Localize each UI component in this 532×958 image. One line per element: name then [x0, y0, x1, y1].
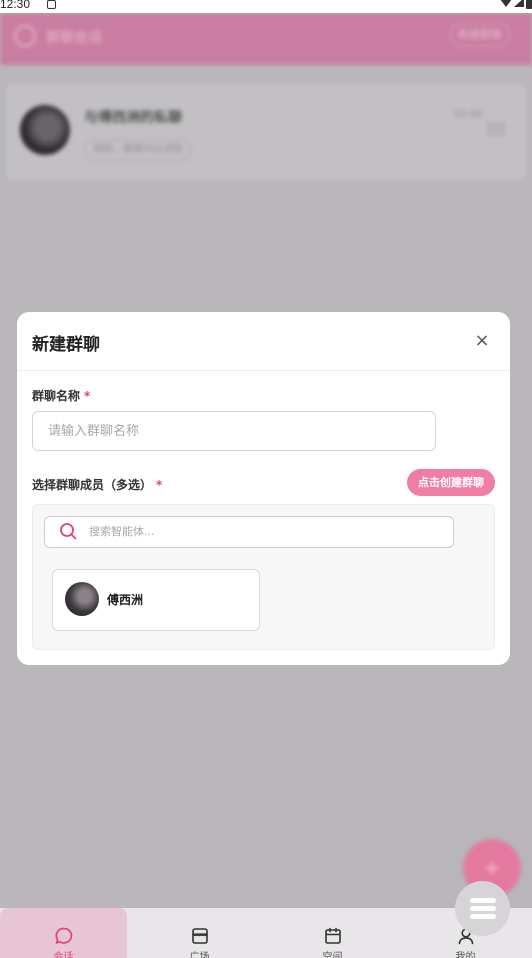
member-item[interactable]: 傅西洲	[52, 569, 260, 631]
header-logo-icon	[14, 25, 36, 47]
header-new-group-button: 新建群聊	[450, 23, 510, 47]
member-name: 傅西洲	[107, 593, 144, 607]
nav-item-space[interactable]: 空间	[266, 908, 399, 958]
bottom-nav: 会话 广场 空间 我的	[0, 908, 532, 958]
conversation-card: 与傅西洲的私聊 12:30 你好，很高兴认识你	[6, 85, 526, 179]
notification-icon	[47, 0, 56, 9]
header-title: 群聊会话	[46, 30, 102, 46]
conversation-name: 与傅西洲的私聊	[84, 110, 182, 126]
chat-bubble-icon	[55, 927, 72, 944]
signal-icon	[514, 0, 524, 7]
nav-label-me: 我的	[455, 952, 476, 958]
app-header: 群聊会话 新建群聊	[0, 13, 532, 65]
member-avatar	[65, 582, 99, 616]
group-name-input[interactable]	[32, 411, 436, 451]
conversation-avatar	[20, 105, 70, 155]
close-icon[interactable]: ×	[470, 330, 494, 354]
conversation-time: 12:30	[453, 109, 482, 120]
agent-search-input[interactable]	[89, 517, 439, 546]
new-group-dialog: 新建群聊 × 群聊名称* 选择群聊成员（多选）* 点击创建群聊 傅西洲	[17, 312, 510, 665]
agent-search-box[interactable]	[44, 516, 454, 548]
nav-item-chat[interactable]: 会话	[0, 908, 127, 958]
conversation-badge	[486, 121, 506, 137]
search-icon	[60, 523, 77, 540]
members-label-text: 选择群聊成员（多选）	[32, 478, 153, 492]
calendar-icon	[324, 927, 341, 944]
dialog-title: 新建群聊	[32, 335, 100, 355]
create-group-button[interactable]: 点击创建群聊	[407, 469, 495, 496]
menu-bar-icon	[469, 906, 496, 911]
required-mark: *	[156, 478, 163, 492]
menu-float-button[interactable]	[455, 881, 510, 936]
conversation-last-message: 你好，很高兴认识你	[84, 139, 192, 161]
nav-label-square: 广场	[189, 952, 210, 958]
status-bar: 12:30	[0, 0, 532, 13]
nav-label-space: 空间	[322, 952, 343, 958]
members-label: 选择群聊成员（多选） *	[32, 476, 162, 493]
status-icons	[500, 0, 532, 9]
member-selection-panel: 傅西洲	[32, 504, 495, 650]
nav-item-square[interactable]: 广场	[133, 908, 266, 958]
wifi-icon	[500, 0, 512, 7]
battery-icon	[526, 0, 532, 9]
nav-label-chat: 会话	[53, 952, 74, 958]
status-time: 12:30	[0, 0, 31, 11]
group-name-label-text: 群聊名称	[32, 389, 81, 403]
dialog-divider	[17, 370, 510, 371]
required-mark: *	[84, 389, 91, 403]
menu-bar-icon	[469, 898, 496, 903]
menu-bar-icon	[469, 914, 496, 919]
group-name-label: 群聊名称 *	[32, 387, 90, 404]
store-icon	[191, 928, 208, 944]
